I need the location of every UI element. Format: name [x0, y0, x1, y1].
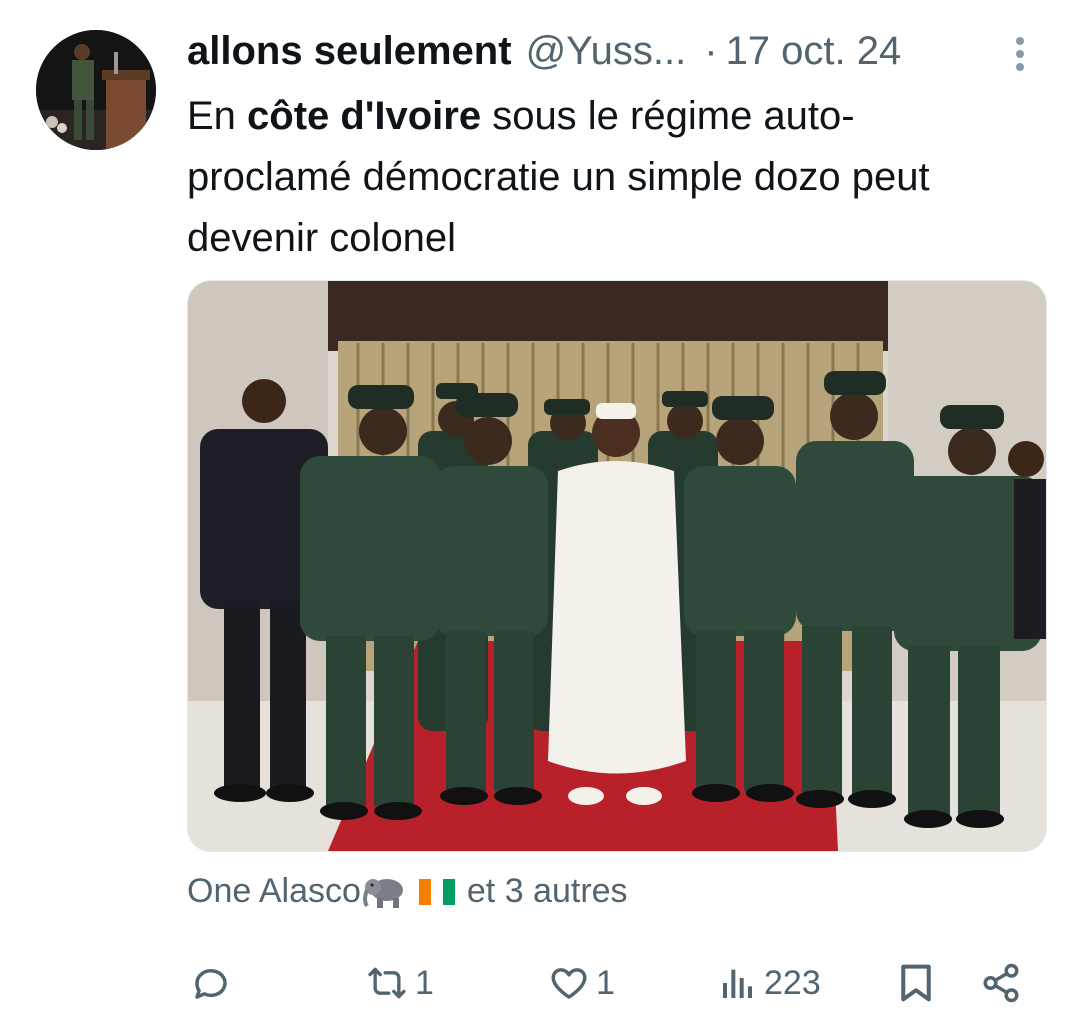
reply-button[interactable] [190, 958, 238, 1008]
tweet-text-start: En [187, 94, 248, 138]
header-separator: · [704, 28, 718, 73]
user-handle[interactable]: @Yuss... [526, 29, 687, 74]
action-bar: 1 1 223 [0, 950, 1080, 1020]
retweet-icon [365, 962, 409, 1004]
display-name[interactable]: allons seulement [187, 29, 512, 74]
like-icon [548, 962, 590, 1004]
tweet-text-bold: côte d'Ivoire [247, 94, 482, 138]
like-button[interactable]: 1 [548, 958, 615, 1008]
bookmark-button[interactable] [896, 958, 936, 1008]
avatar-image [36, 30, 156, 150]
share-button[interactable] [980, 958, 1022, 1008]
bookmark-icon [896, 961, 936, 1005]
tweet-header: allons seulement @Yuss... · 17 oct. 24 [187, 28, 987, 74]
share-icon [980, 962, 1022, 1004]
like-count: 1 [596, 963, 615, 1002]
views-count: 223 [764, 963, 821, 1002]
ivory-coast-flag-icon [418, 878, 455, 905]
more-vertical-icon[interactable] [1004, 34, 1036, 74]
liked-by-suffix: et 3 autres [466, 872, 628, 910]
avatar[interactable] [36, 30, 156, 150]
views-button[interactable]: 223 [718, 958, 821, 1008]
views-icon [718, 962, 758, 1004]
liked-by-line[interactable]: One Alasco et 3 autres [187, 872, 628, 911]
liked-by-name: One Alasco [187, 872, 361, 910]
reply-icon [190, 962, 232, 1004]
tweet-text: En côte d'Ivoire sous le régime auto-pro… [187, 86, 1007, 269]
retweet-button[interactable]: 1 [365, 958, 434, 1008]
elephant-emoji-icon [362, 874, 409, 910]
retweet-count: 1 [415, 963, 434, 1002]
tweet-date[interactable]: 17 oct. 24 [726, 29, 902, 74]
tweet-photo[interactable] [187, 280, 1047, 852]
